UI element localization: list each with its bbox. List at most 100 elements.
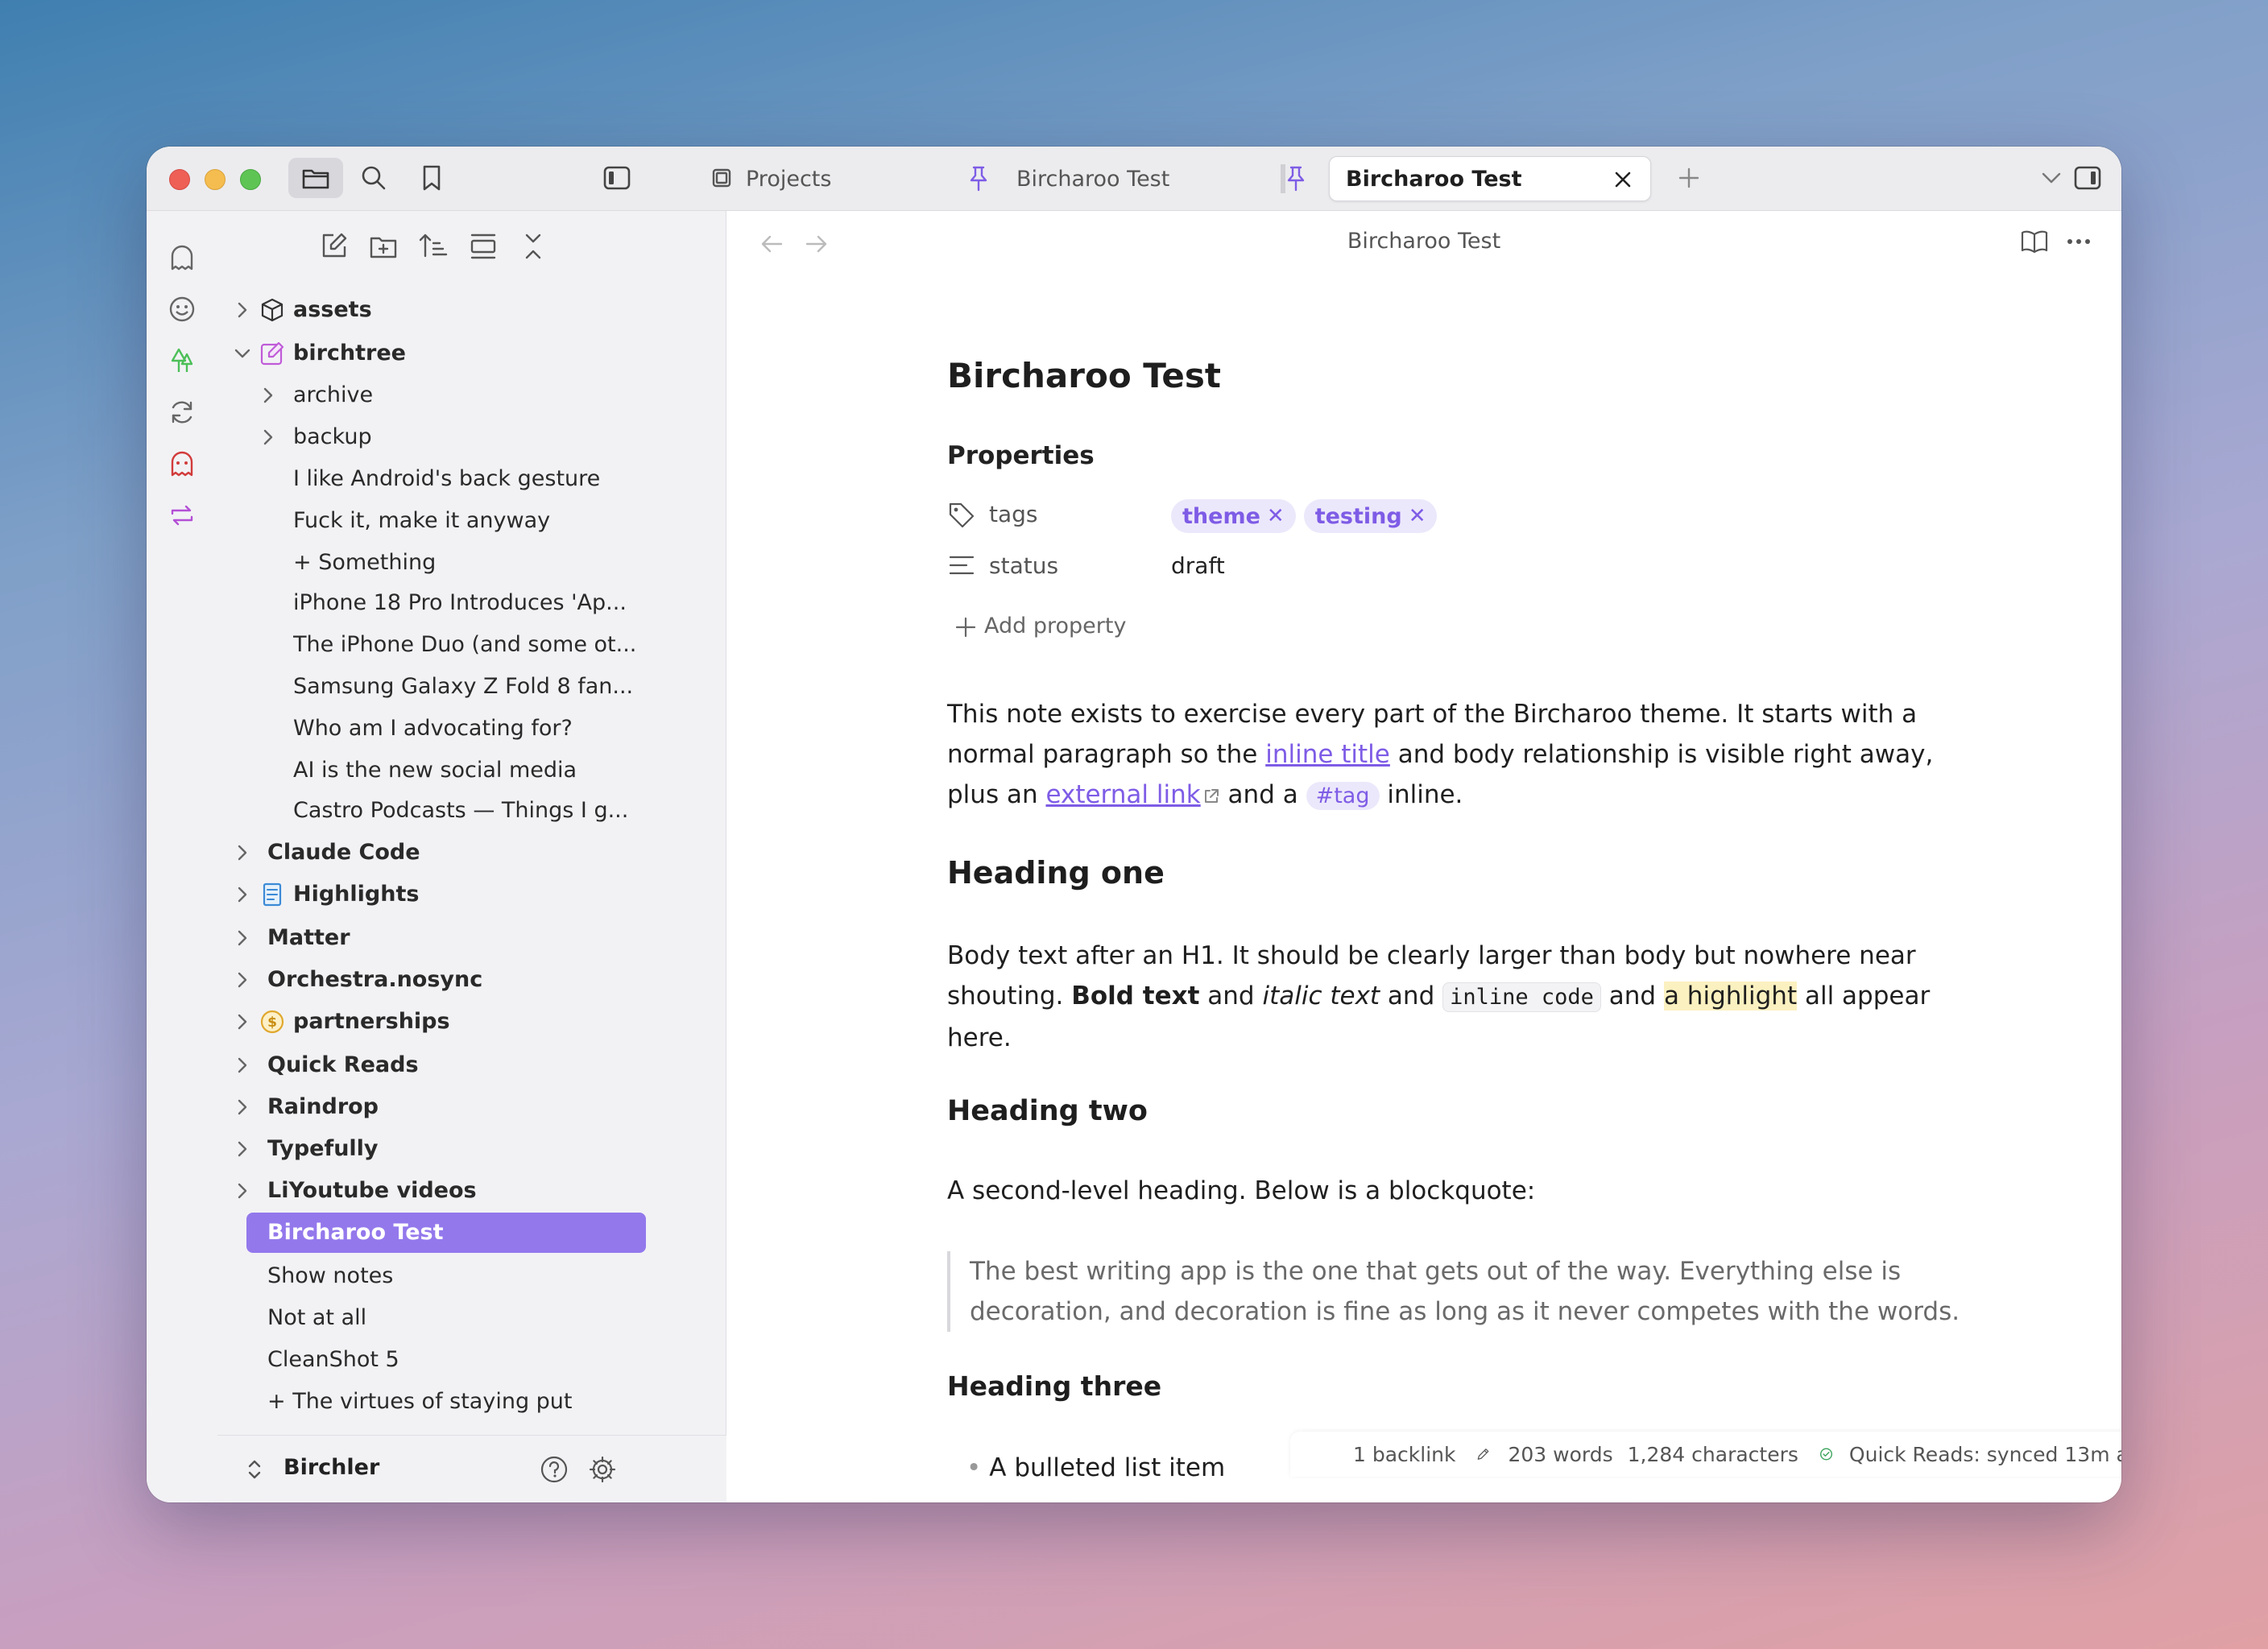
tree-item-folder[interactable]: Highlights — [217, 874, 726, 915]
new-tab-button[interactable] — [1669, 158, 1709, 198]
close-window-button[interactable] — [169, 169, 190, 190]
ribbon-red-ghost-button[interactable] — [168, 449, 197, 478]
tree-item-file[interactable]: Samsung Galaxy Z Fold 8 fan... — [217, 667, 726, 707]
zoom-window-button[interactable] — [240, 169, 261, 190]
new-folder-button[interactable] — [367, 230, 399, 262]
ribbon-sync-button[interactable] — [168, 398, 197, 427]
tree-item-file[interactable]: Who am I advocating for? — [217, 709, 726, 749]
tab-bircharoo-pinned[interactable]: Bircharoo Test — [960, 156, 1282, 201]
inline-tag[interactable]: #tag — [1306, 782, 1380, 810]
help-icon[interactable] — [540, 1455, 569, 1484]
tree-item-file[interactable]: + The virtues of staying put — [217, 1382, 726, 1422]
tree-item-file[interactable]: iPhone 18 Pro Introduces 'Ap... — [217, 583, 726, 623]
ribbon-face-button[interactable] — [168, 295, 197, 324]
toggle-sidebar-button[interactable] — [590, 158, 644, 198]
chevron-right-icon[interactable] — [234, 301, 251, 319]
tree-item-file[interactable]: Fuck it, make it anyway — [217, 501, 726, 541]
tree-item-file[interactable]: I like Android's back gesture — [217, 459, 726, 499]
remove-tag-icon[interactable]: ✕ — [1409, 504, 1426, 528]
tree-item-file[interactable]: + Something — [217, 543, 726, 583]
remove-tag-icon[interactable]: ✕ — [1267, 504, 1285, 528]
tab-label: Bircharoo Test — [1016, 166, 1170, 192]
add-property-button[interactable]: Add property — [947, 607, 1914, 647]
collapse-all-button[interactable] — [517, 230, 549, 262]
tree-item-folder[interactable]: Quick Reads — [217, 1045, 726, 1085]
sync-status[interactable]: Quick Reads: synced 13m ago — [1849, 1443, 2121, 1466]
tab-bircharoo-active[interactable]: Bircharoo Test — [1329, 156, 1651, 201]
chevron-right-icon[interactable] — [234, 1182, 251, 1200]
chevron-right-icon[interactable] — [234, 1140, 251, 1158]
chevron-right-icon[interactable] — [234, 1056, 251, 1074]
chevron-down-icon[interactable] — [234, 345, 251, 362]
tree-item-file[interactable]: Not at all — [217, 1298, 726, 1338]
repeat-icon — [171, 505, 193, 526]
gear-icon[interactable] — [588, 1455, 617, 1484]
tree-item-label: Raindrop — [267, 1094, 379, 1119]
tree-item-folder[interactable]: assets — [217, 290, 726, 330]
highlighted-text: a highlight — [1663, 982, 1798, 1010]
reading-view-icon[interactable] — [2020, 229, 2049, 254]
chevron-right-icon[interactable] — [234, 929, 251, 947]
bookmarks-button[interactable] — [404, 158, 459, 198]
tree-item-label: LiYoutube videos — [267, 1178, 477, 1203]
ribbon-ghost-button[interactable] — [168, 243, 197, 272]
new-note-button[interactable] — [317, 230, 350, 262]
heading-one[interactable]: Heading one — [947, 855, 1165, 891]
tree-item-folder[interactable]: backup — [217, 417, 726, 457]
more-options-icon[interactable] — [2067, 238, 2091, 245]
heading-three[interactable]: Heading three — [947, 1370, 1161, 1402]
note-header-title[interactable]: Bircharoo Test — [726, 229, 2121, 254]
vault-name[interactable]: Birchler — [284, 1455, 379, 1480]
smiley-icon — [169, 296, 195, 322]
minimize-window-button[interactable] — [205, 169, 226, 190]
external-link[interactable]: external link — [1045, 780, 1200, 809]
tree-item-label: Typefully — [267, 1136, 379, 1161]
tree-item-file[interactable]: Show notes — [217, 1256, 726, 1296]
tree-item-file[interactable]: Bircharoo Test — [246, 1213, 646, 1253]
inline-title[interactable]: Bircharoo Test — [947, 356, 1221, 395]
tree-item-folder[interactable]: birchtree — [217, 333, 726, 374]
ribbon-repeat-button[interactable] — [168, 501, 197, 530]
tab-projects[interactable]: Projects — [702, 156, 968, 201]
toggle-right-sidebar-button[interactable] — [2063, 158, 2112, 198]
tree-item-folder[interactable]: archive — [217, 375, 726, 415]
tree-item-folder[interactable]: Raindrop — [217, 1087, 726, 1127]
auto-reveal-button[interactable] — [467, 230, 499, 262]
tag-pill[interactable]: testing ✕ — [1303, 499, 1438, 533]
pencil-icon[interactable] — [1476, 1442, 1490, 1466]
tree-icon — [171, 348, 193, 372]
chevron-right-icon[interactable] — [234, 1013, 251, 1031]
close-tab-icon[interactable] — [1613, 170, 1633, 189]
chevron-right-icon[interactable] — [259, 386, 277, 404]
tree-item-folder[interactable]: LiYoutube videos — [217, 1171, 726, 1211]
file-explorer-button[interactable] — [288, 158, 343, 198]
chevron-right-icon[interactable] — [234, 844, 251, 862]
chevron-right-icon[interactable] — [234, 971, 251, 989]
vault-switcher-icon[interactable] — [246, 1458, 263, 1481]
chevron-right-icon[interactable] — [234, 886, 251, 903]
sort-button[interactable] — [417, 230, 449, 262]
tree-item-file[interactable]: CleanShot 5 — [217, 1340, 726, 1380]
collapse-icon — [525, 234, 541, 259]
properties-heading[interactable]: Properties — [947, 441, 1095, 470]
property-key[interactable]: status — [989, 552, 1058, 579]
tag-pill[interactable]: theme ✕ — [1171, 499, 1296, 533]
property-value[interactable]: draft — [1171, 552, 1225, 579]
pin-toggle[interactable] — [1284, 156, 1313, 201]
tree-item-folder[interactable]: Claude Code — [217, 833, 726, 873]
search-button[interactable] — [346, 158, 401, 198]
tree-item-file[interactable]: Castro Podcasts — Things I g... — [217, 791, 726, 831]
heading-two[interactable]: Heading two — [947, 1095, 1148, 1127]
tree-item-folder[interactable]: Orchestra.nosync — [217, 960, 726, 1000]
property-key[interactable]: tags — [989, 501, 1038, 527]
tree-item-file[interactable]: AI is the new social media — [217, 750, 726, 791]
tree-item-folder[interactable]: $ partnerships — [217, 1002, 726, 1042]
tree-item-file[interactable]: The iPhone Duo (and some ot... — [217, 625, 726, 665]
ribbon-tree-button[interactable] — [168, 346, 197, 375]
chevron-right-icon[interactable] — [259, 428, 277, 446]
tree-item-folder[interactable]: Matter — [217, 918, 726, 958]
internal-link[interactable]: inline title — [1265, 740, 1390, 769]
tree-item-folder[interactable]: Typefully — [217, 1129, 726, 1169]
chevron-right-icon[interactable] — [234, 1098, 251, 1116]
backlinks-count[interactable]: 1 backlink — [1353, 1443, 1455, 1466]
